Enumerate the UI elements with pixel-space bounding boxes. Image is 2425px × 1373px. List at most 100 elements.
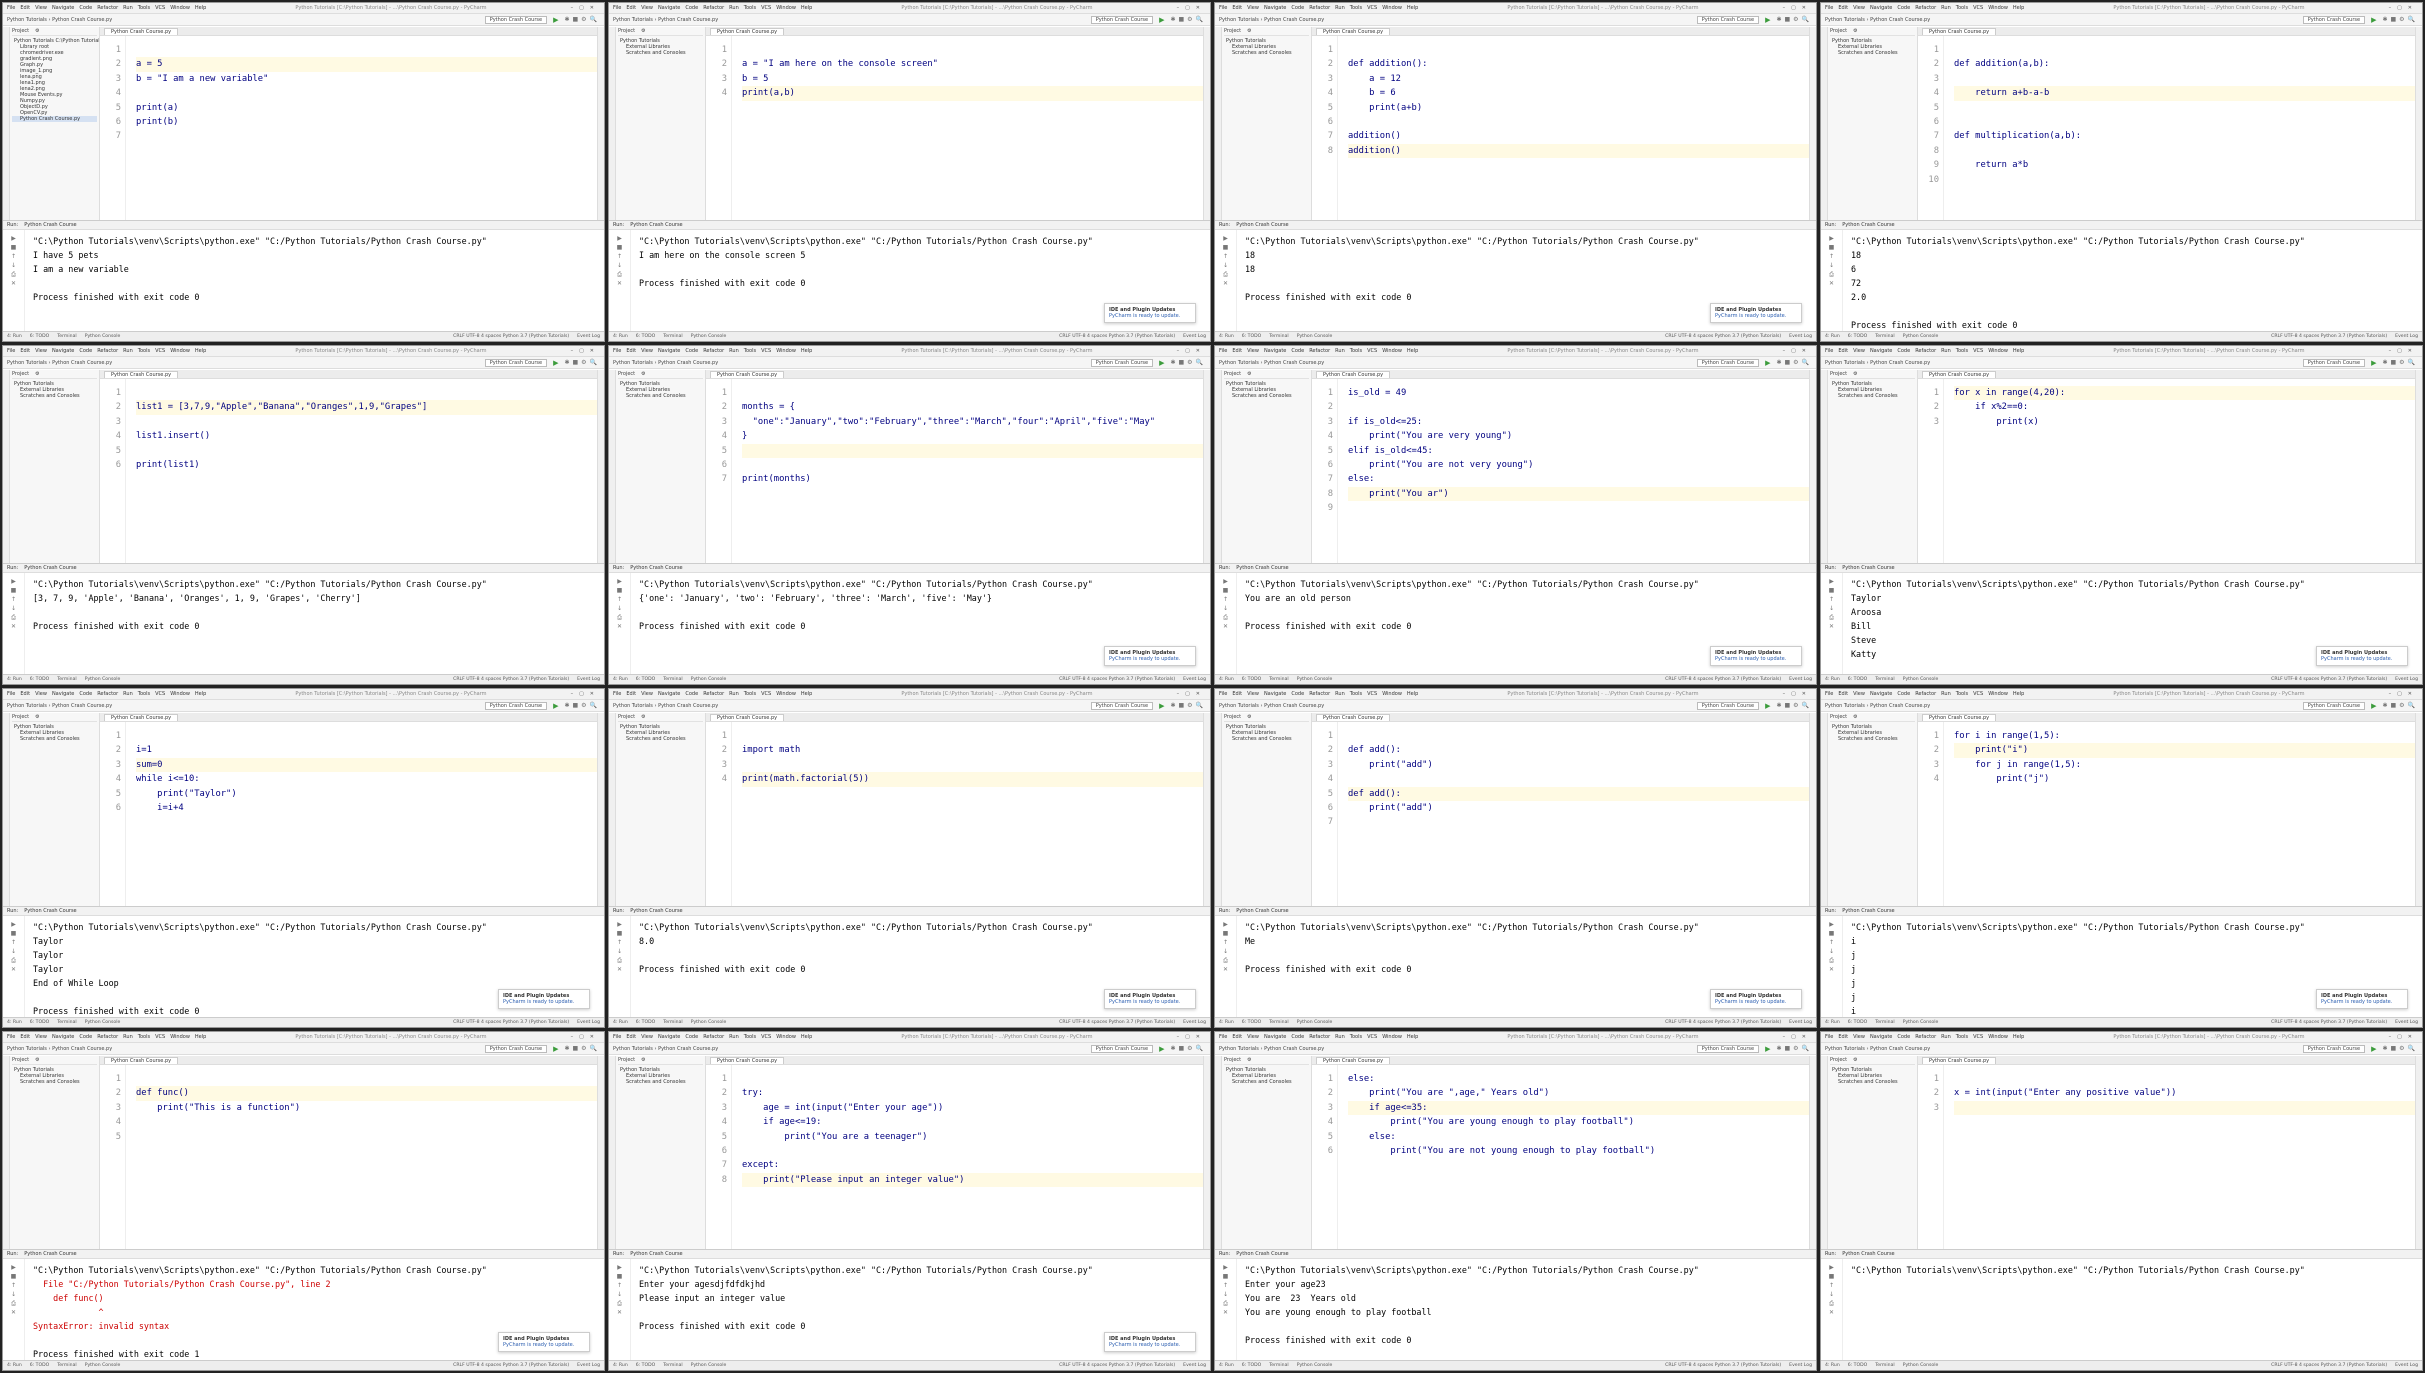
menu-item[interactable]: View bbox=[1247, 1034, 1259, 1040]
right-tool-strip[interactable] bbox=[1809, 1056, 1816, 1249]
menu-item[interactable]: Tools bbox=[138, 5, 150, 11]
menu-item[interactable]: Run bbox=[1941, 691, 1951, 697]
menu-item[interactable]: Edit bbox=[1838, 1034, 1848, 1040]
run-tab[interactable]: Python Crash Course bbox=[1236, 222, 1288, 228]
window-controls[interactable]: –▢✕ bbox=[1783, 5, 1812, 11]
bottom-tab[interactable]: Python Console bbox=[1297, 677, 1333, 682]
notification-text[interactable]: PyCharm is ready to update. bbox=[2321, 656, 2403, 662]
menu-item[interactable]: Help bbox=[801, 1034, 812, 1040]
code-line[interactable] bbox=[136, 444, 597, 458]
window-controls[interactable]: –▢✕ bbox=[2389, 348, 2418, 354]
notification-text[interactable]: PyCharm is ready to update. bbox=[1109, 1342, 1191, 1348]
code-line[interactable]: def add(): bbox=[1348, 743, 1809, 757]
bottom-tab[interactable]: Python Console bbox=[1903, 677, 1939, 682]
code-line[interactable]: print("add") bbox=[1348, 758, 1809, 772]
bottom-tab[interactable]: Python Console bbox=[691, 334, 727, 339]
menu-item[interactable]: Code bbox=[685, 348, 698, 354]
run-tab[interactable]: Python Crash Course bbox=[1236, 908, 1288, 914]
menu-item[interactable]: Navigate bbox=[52, 5, 74, 11]
run-config-select[interactable]: Python Crash Course bbox=[1696, 15, 1760, 24]
menu-item[interactable]: Navigate bbox=[658, 691, 680, 697]
window-controls[interactable]: –▢✕ bbox=[571, 691, 600, 697]
menu-item[interactable]: Window bbox=[776, 348, 796, 354]
run-tab[interactable]: Python Crash Course bbox=[1236, 1251, 1288, 1257]
bottom-tab[interactable]: 4: Run bbox=[7, 1363, 22, 1368]
menu-item[interactable]: Window bbox=[1382, 1034, 1402, 1040]
menu-item[interactable]: Navigate bbox=[1870, 691, 1892, 697]
code-line[interactable]: list1.insert() bbox=[136, 429, 597, 443]
window-controls[interactable]: –▢✕ bbox=[571, 1034, 600, 1040]
menu-item[interactable]: View bbox=[1853, 5, 1865, 11]
tree-item[interactable]: Scratches and Consoles bbox=[1224, 1079, 1309, 1085]
code-line[interactable] bbox=[742, 729, 1203, 743]
code-line[interactable]: print("Please input an integer value") bbox=[742, 1172, 1203, 1188]
code-line[interactable]: print(a+b) bbox=[1348, 101, 1809, 115]
bottom-tab[interactable]: 4: Run bbox=[1219, 334, 1234, 339]
code-line[interactable] bbox=[1348, 115, 1809, 129]
window-controls[interactable]: –▢✕ bbox=[2389, 691, 2418, 697]
gear-icon[interactable]: ⚙ bbox=[1247, 1057, 1251, 1063]
code-line[interactable] bbox=[136, 43, 597, 57]
menu-item[interactable]: VCS bbox=[1973, 5, 1983, 11]
menu-item[interactable]: Run bbox=[1335, 1034, 1345, 1040]
notification-text[interactable]: PyCharm is ready to update. bbox=[503, 1342, 585, 1348]
run-action-icons[interactable]: ▶ ■ ↑ ↓ ⎙ ✕ bbox=[3, 1258, 25, 1360]
menu-item[interactable]: Refactor bbox=[703, 348, 724, 354]
run-icon[interactable]: ▶ bbox=[1765, 359, 1770, 367]
menu-item[interactable]: Tools bbox=[744, 691, 756, 697]
menu-item[interactable]: Code bbox=[1897, 348, 1910, 354]
menu-item[interactable]: Code bbox=[685, 5, 698, 11]
tree-item[interactable]: Scratches and Consoles bbox=[1830, 393, 1915, 399]
code-line[interactable] bbox=[1954, 72, 2415, 86]
bottom-tab[interactable]: 6: TODO bbox=[1848, 677, 1868, 682]
toolbar-icons[interactable]: ✱■⚙🔍 bbox=[1170, 1045, 1206, 1052]
menu-item[interactable]: Navigate bbox=[1870, 1034, 1892, 1040]
run-config-select[interactable]: Python Crash Course bbox=[484, 701, 548, 710]
menu-item[interactable]: Window bbox=[170, 348, 190, 354]
bottom-tab[interactable]: Terminal bbox=[57, 677, 76, 682]
window-controls[interactable]: –▢✕ bbox=[1783, 348, 1812, 354]
menu-item[interactable]: File bbox=[7, 5, 15, 11]
menu-item[interactable]: Refactor bbox=[97, 691, 118, 697]
bottom-tab[interactable]: 6: TODO bbox=[30, 1020, 50, 1025]
bottom-tab[interactable]: Python Console bbox=[691, 1363, 727, 1368]
project-label[interactable]: Project bbox=[1224, 1057, 1241, 1063]
code-line[interactable] bbox=[1348, 400, 1809, 414]
run-action-icons[interactable]: ▶ ■ ↑ ↓ ⎙ ✕ bbox=[609, 572, 631, 674]
gear-icon[interactable]: ⚙ bbox=[641, 1057, 645, 1063]
menu-item[interactable]: Run bbox=[123, 691, 133, 697]
menu-item[interactable]: VCS bbox=[1973, 1034, 1983, 1040]
project-label[interactable]: Project bbox=[12, 371, 29, 377]
breadcrumb[interactable]: Python Tutorials › Python Crash Course.p… bbox=[7, 703, 479, 709]
menu-item[interactable]: View bbox=[1247, 348, 1259, 354]
breadcrumb[interactable]: Python Tutorials › Python Crash Course.p… bbox=[1825, 360, 2297, 366]
bottom-tab[interactable]: 6: TODO bbox=[1848, 1363, 1868, 1368]
gear-icon[interactable]: ⚙ bbox=[35, 371, 39, 377]
menu-item[interactable]: Tools bbox=[1956, 348, 1968, 354]
menu-item[interactable]: File bbox=[1219, 5, 1227, 11]
left-tool-strip[interactable] bbox=[3, 713, 10, 906]
menu-item[interactable]: VCS bbox=[1367, 1034, 1377, 1040]
code-line[interactable] bbox=[1348, 43, 1809, 57]
code-line[interactable]: x = int(input("Enter any positive value"… bbox=[1954, 1086, 2415, 1100]
menu-item[interactable]: File bbox=[1219, 348, 1227, 354]
code-line[interactable]: def addition(a,b): bbox=[1954, 57, 2415, 71]
menu-item[interactable]: Window bbox=[170, 1034, 190, 1040]
gear-icon[interactable]: ⚙ bbox=[641, 714, 645, 720]
tab-python-crash-course[interactable]: Python Crash Course.py bbox=[104, 28, 179, 35]
menu-item[interactable]: Refactor bbox=[1915, 691, 1936, 697]
code-line[interactable]: else: bbox=[1348, 1072, 1809, 1086]
menu-item[interactable]: Tools bbox=[138, 348, 150, 354]
left-tool-strip[interactable] bbox=[1215, 370, 1222, 563]
code-line[interactable]: months = { bbox=[742, 400, 1203, 414]
bottom-tab[interactable]: Python Console bbox=[691, 1020, 727, 1025]
run-icon[interactable]: ▶ bbox=[1159, 1045, 1164, 1053]
bottom-tab[interactable]: Terminal bbox=[1875, 334, 1894, 339]
menu-item[interactable]: View bbox=[1247, 691, 1259, 697]
menu-item[interactable]: File bbox=[613, 691, 621, 697]
run-config-select[interactable]: Python Crash Course bbox=[2302, 358, 2366, 367]
notification-text[interactable]: PyCharm is ready to update. bbox=[2321, 999, 2403, 1005]
menu-item[interactable]: Refactor bbox=[97, 5, 118, 11]
run-config-select[interactable]: Python Crash Course bbox=[1090, 358, 1154, 367]
menu-item[interactable]: Window bbox=[1988, 5, 2008, 11]
